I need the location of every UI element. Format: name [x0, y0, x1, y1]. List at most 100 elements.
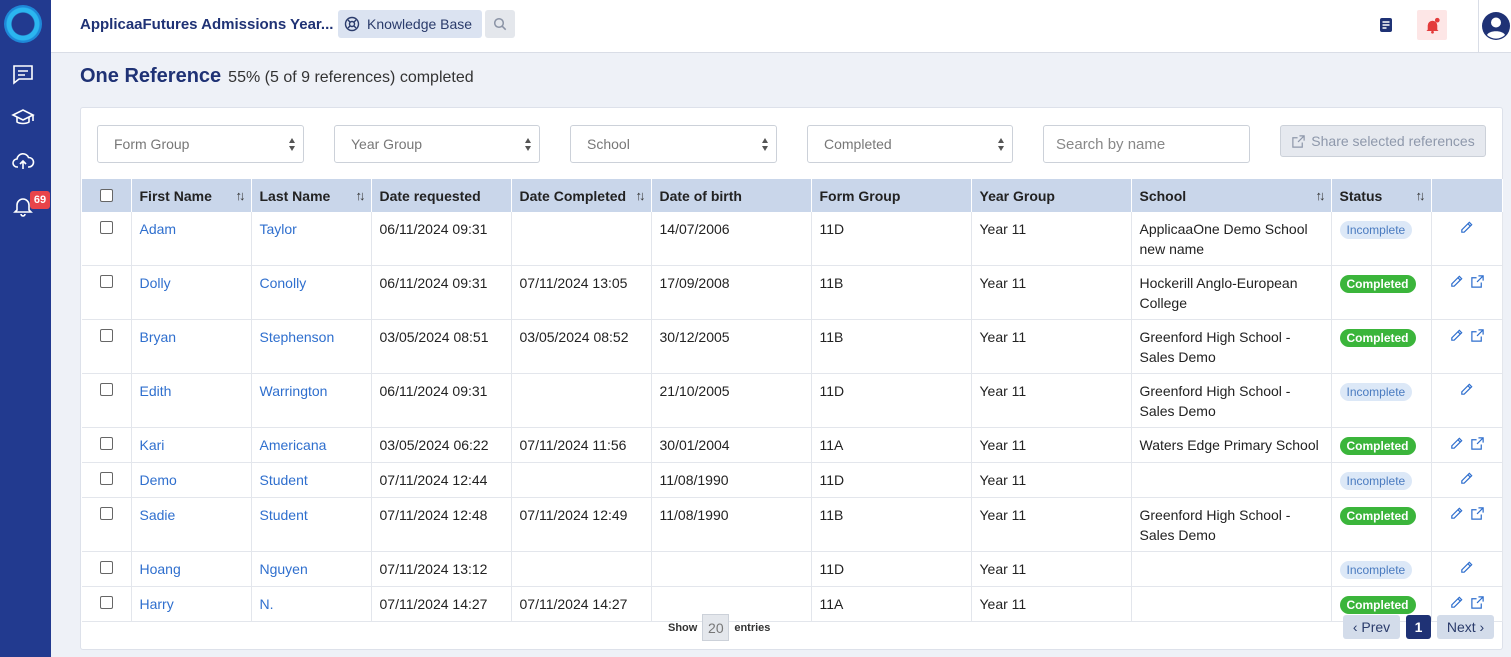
app-logo[interactable] — [4, 5, 42, 43]
col-status[interactable]: Status ↑↓ — [1331, 179, 1432, 212]
first-name-cell: Adam — [131, 212, 252, 266]
row-select-cell — [82, 319, 132, 374]
table-row: Adam Taylor 06/11/2024 09:31 14/07/2006 11D Y… — [82, 212, 1503, 266]
sort-icon[interactable]: ↑↓ — [1316, 188, 1326, 203]
share-icon[interactable] — [1467, 275, 1488, 292]
cloud-upload-icon[interactable] — [0, 143, 46, 179]
edit-icon[interactable] — [1456, 221, 1477, 238]
form-group-cell: 11D — [811, 551, 972, 587]
row-checkbox[interactable] — [99, 329, 113, 342]
form-group-cell: 11D — [811, 212, 972, 266]
year-group-select[interactable]: Year Group — [334, 125, 540, 163]
completed-select[interactable]: Completed — [807, 125, 1013, 163]
sort-icon[interactable]: ↑↓ — [236, 188, 246, 203]
last-name-link[interactable]: Americana — [260, 437, 327, 453]
first-name-link[interactable]: Sadie — [140, 507, 176, 523]
date-of-birth-cell: 30/12/2005 — [651, 319, 812, 374]
last-name-link[interactable]: Conolly — [260, 275, 307, 291]
row-checkbox[interactable] — [99, 383, 113, 396]
last-name-link[interactable]: N. — [260, 596, 274, 612]
form-group-cell: 11A — [811, 427, 972, 463]
status-badge: Completed — [1339, 596, 1416, 614]
row-checkbox[interactable] — [99, 275, 113, 288]
row-checkbox[interactable] — [99, 507, 113, 520]
sort-icon[interactable]: ↑↓ — [1416, 188, 1426, 203]
col-date-completed[interactable]: Date Completed ↑↓ — [511, 179, 652, 212]
knowledge-base-button[interactable]: Knowledge Base — [338, 10, 483, 38]
actions-cell — [1431, 265, 1503, 320]
date-requested-cell: 07/11/2024 14:27 — [371, 586, 512, 622]
last-name-link[interactable]: Taylor — [260, 221, 297, 237]
status-badge: Completed — [1339, 437, 1416, 455]
alert-bell-icon[interactable] — [1417, 10, 1447, 40]
date-requested-cell: 07/11/2024 12:44 — [371, 462, 512, 498]
col-school[interactable]: School ↑↓ — [1131, 179, 1332, 212]
last-name-cell: Student — [251, 497, 372, 552]
last-name-link[interactable]: Warrington — [260, 383, 328, 399]
entries-per-page-select[interactable]: 20 — [702, 614, 730, 641]
search-by-name-input[interactable] — [1043, 125, 1250, 163]
edit-icon[interactable] — [1456, 383, 1477, 400]
share-icon[interactable] — [1467, 329, 1488, 346]
next-page-button[interactable]: Next › — [1437, 615, 1494, 639]
date-completed-cell — [511, 462, 652, 498]
first-name-link[interactable]: Dolly — [140, 275, 171, 291]
first-name-link[interactable]: Kari — [140, 437, 165, 453]
share-icon[interactable] — [1467, 596, 1488, 613]
first-name-link[interactable]: Adam — [140, 221, 177, 237]
first-name-link[interactable]: Harry — [140, 596, 174, 612]
row-checkbox[interactable] — [99, 437, 113, 450]
references-card: Form Group Year Group School Completed S… — [80, 107, 1503, 650]
select-arrows-icon — [762, 138, 768, 151]
graduation-cap-icon[interactable] — [0, 100, 46, 136]
col-first-name[interactable]: First Name ↑↓ — [131, 179, 252, 212]
edit-icon[interactable] — [1446, 275, 1467, 292]
col-form-group-label: Form Group — [819, 187, 901, 204]
edit-icon[interactable] — [1446, 329, 1467, 346]
share-icon[interactable] — [1467, 507, 1488, 524]
share-selected-button[interactable]: Share selected references — [1280, 125, 1486, 157]
entries-label: entries — [734, 621, 771, 634]
row-checkbox[interactable] — [99, 472, 113, 485]
school-cell: Greenford High School - Sales Demo — [1131, 497, 1332, 552]
school-cell: Greenford High School - Sales Demo — [1131, 319, 1332, 374]
table-row: Dolly Conolly 06/11/2024 09:31 07/11/2024 1… — [82, 265, 1503, 320]
sort-icon[interactable]: ↑↓ — [636, 188, 646, 203]
last-name-link[interactable]: Student — [260, 507, 308, 523]
sort-icon[interactable]: ↑↓ — [356, 188, 366, 203]
user-avatar-icon[interactable] — [1478, 8, 1511, 44]
form-group-select[interactable]: Form Group — [97, 125, 304, 163]
edit-icon[interactable] — [1446, 507, 1467, 524]
actions-cell — [1431, 373, 1503, 428]
app-selector[interactable]: ApplicaaFutures Admissions Year... — [80, 16, 350, 33]
search-button[interactable] — [485, 10, 515, 38]
edit-icon[interactable] — [1446, 437, 1467, 454]
col-date-of-birth: Date of birth — [651, 179, 812, 212]
school-select[interactable]: School — [570, 125, 777, 163]
edit-icon[interactable] — [1456, 561, 1477, 578]
notes-icon[interactable] — [1371, 10, 1401, 40]
first-name-link[interactable]: Demo — [140, 472, 177, 488]
table-row: Bryan Stephenson 03/05/2024 08:51 03/05/202… — [82, 319, 1503, 374]
year-group-cell: Year 11 — [971, 586, 1132, 622]
edit-icon[interactable] — [1456, 472, 1477, 489]
last-name-link[interactable]: Stephenson — [260, 329, 335, 345]
prev-page-button[interactable]: ‹ Prev — [1343, 615, 1400, 639]
edit-icon[interactable] — [1446, 596, 1467, 613]
last-name-link[interactable]: Student — [260, 472, 308, 488]
date-of-birth-cell — [651, 551, 812, 587]
page-1-button[interactable]: 1 — [1406, 615, 1431, 639]
form-group-cell: 11D — [811, 462, 972, 498]
select-all-checkbox[interactable] — [99, 188, 113, 202]
first-name-link[interactable]: Edith — [140, 383, 172, 399]
share-icon[interactable] — [1467, 437, 1488, 454]
first-name-link[interactable]: Bryan — [140, 329, 177, 345]
last-name-link[interactable]: Nguyen — [260, 561, 308, 577]
row-checkbox[interactable] — [99, 221, 113, 234]
col-last-name[interactable]: Last Name ↑↓ — [251, 179, 372, 212]
row-checkbox[interactable] — [99, 596, 113, 609]
messages-icon[interactable] — [0, 56, 46, 92]
first-name-link[interactable]: Hoang — [140, 561, 181, 577]
row-checkbox[interactable] — [99, 561, 113, 574]
date-of-birth-cell: 21/10/2005 — [651, 373, 812, 428]
